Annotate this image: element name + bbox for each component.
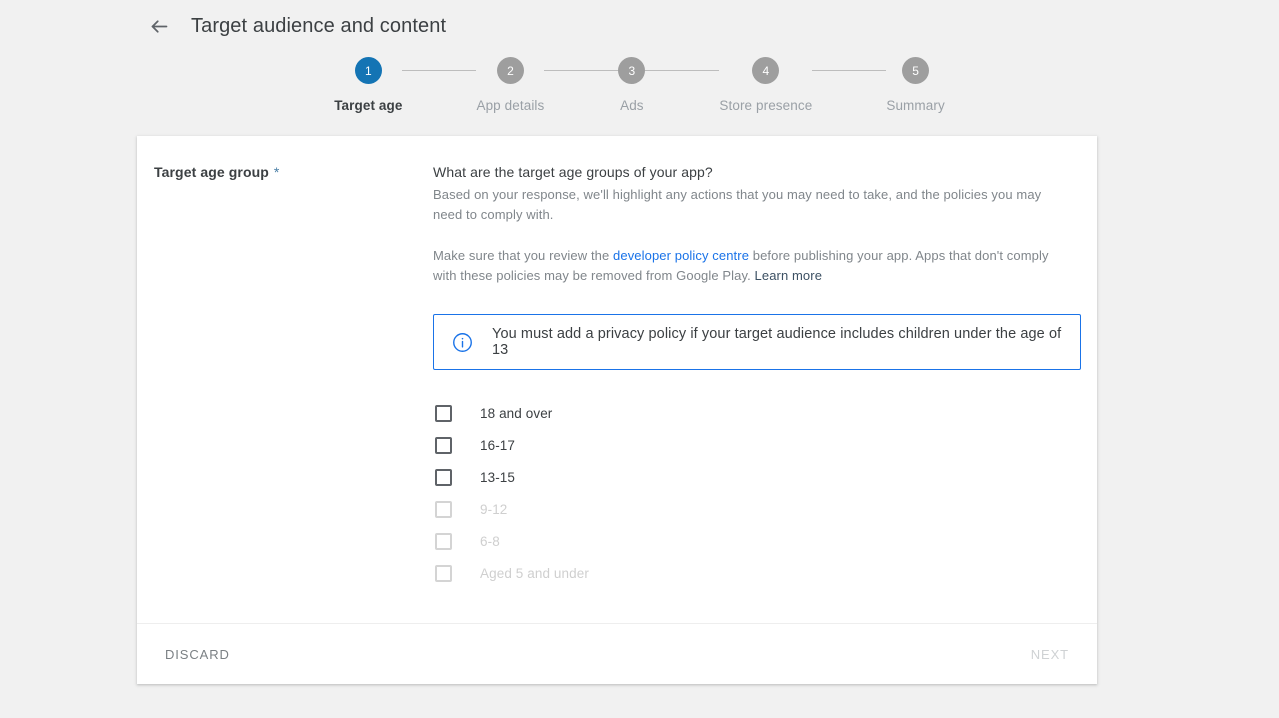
checkbox-label-9-12: 9-12	[480, 501, 508, 517]
checkbox-row-16-17[interactable]: 16-17	[433, 429, 733, 461]
developer-policy-centre-link[interactable]: developer policy centre	[613, 248, 749, 263]
checkbox-6-8	[435, 532, 452, 550]
discard-button[interactable]: DISCARD	[153, 639, 242, 670]
info-banner-text: You must add a privacy policy if your ta…	[492, 326, 1062, 358]
checkbox-row-18-and-over[interactable]: 18 and over	[433, 397, 733, 429]
step-5-label: Summary	[886, 98, 945, 113]
card-right-column: What are the target age groups of your a…	[433, 164, 1097, 589]
next-button[interactable]: NEXT	[1019, 639, 1081, 670]
step-3-label: Ads	[620, 98, 644, 113]
step-3-circle[interactable]: 3	[618, 57, 646, 84]
card-footer: DISCARD NEXT	[137, 623, 1097, 684]
step-1-target-age[interactable]: 1 Target age	[334, 57, 402, 113]
card-left-column: Target age group *	[137, 164, 433, 589]
checkbox-label-aged-5-and-under: Aged 5 and under	[480, 565, 589, 581]
step-4-circle[interactable]: 4	[752, 57, 780, 84]
step-1-label: Target age	[334, 98, 403, 113]
step-5-circle[interactable]: 5	[902, 57, 930, 84]
step-2-circle[interactable]: 2	[496, 57, 524, 84]
step-1-circle[interactable]: 1	[354, 57, 382, 84]
checkbox-9-12	[435, 500, 452, 518]
checkbox-16-17[interactable]	[435, 436, 452, 454]
back-button[interactable]	[144, 11, 174, 41]
checkbox-label-18-and-over: 18 and over	[480, 405, 553, 421]
arrow-left-icon	[149, 16, 170, 37]
privacy-policy-info-banner: You must add a privacy policy if your ta…	[433, 314, 1081, 370]
info-circle-icon	[452, 332, 473, 353]
step-4-label: Store presence	[719, 98, 813, 113]
step-2-label: App details	[476, 98, 545, 113]
learn-more-link[interactable]: Learn more	[755, 268, 822, 283]
step-3-ads[interactable]: 3 Ads	[618, 57, 646, 113]
question-subtitle: Based on your response, we'll highlight …	[433, 187, 1042, 222]
page-title: Target audience and content	[191, 14, 447, 37]
step-connector-1	[402, 70, 477, 71]
field-label-text: Target age group	[154, 164, 269, 180]
checkbox-row-aged-5-and-under: Aged 5 and under	[433, 557, 733, 589]
checkbox-label-16-17: 16-17	[480, 437, 516, 453]
checkbox-18-and-over[interactable]	[435, 404, 452, 422]
checkbox-row-6-8: 6-8	[433, 525, 733, 557]
policy-text-before: Make sure that you review the	[433, 248, 614, 263]
checkbox-label-13-15: 13-15	[480, 469, 516, 485]
step-5-summary[interactable]: 5 Summary	[886, 57, 945, 113]
checkbox-aged-5-and-under	[435, 564, 452, 582]
checkbox-row-13-15[interactable]: 13-15	[433, 461, 733, 493]
step-connector-2	[544, 70, 619, 71]
target-age-card: Target age group * What are the target ag…	[137, 136, 1097, 684]
target-age-group-label: Target age group *	[154, 164, 433, 180]
step-connector-3	[645, 70, 720, 71]
checkbox-label-6-8: 6-8	[480, 533, 500, 549]
checkbox-13-15[interactable]	[435, 468, 452, 486]
step-2-app-details[interactable]: 2 App details	[476, 57, 544, 113]
required-asterisk: *	[273, 164, 280, 180]
age-group-checkbox-list: 18 and over 16-17 13-15 9-12 6-8 Aged 5 …	[433, 397, 1081, 589]
card-body: Target age group * What are the target ag…	[137, 136, 1097, 623]
checkbox-row-9-12: 9-12	[433, 493, 733, 525]
question-title: What are the target age groups of your a…	[433, 164, 713, 180]
page-header: Target audience and content	[0, 0, 1279, 44]
policy-paragraph: Make sure that you review the developer …	[433, 246, 1059, 286]
progress-stepper: 1 Target age 2 App details 3 Ads 4 Store…	[0, 57, 1279, 113]
step-4-store-presence[interactable]: 4 Store presence	[719, 57, 812, 113]
step-connector-4	[812, 70, 887, 71]
